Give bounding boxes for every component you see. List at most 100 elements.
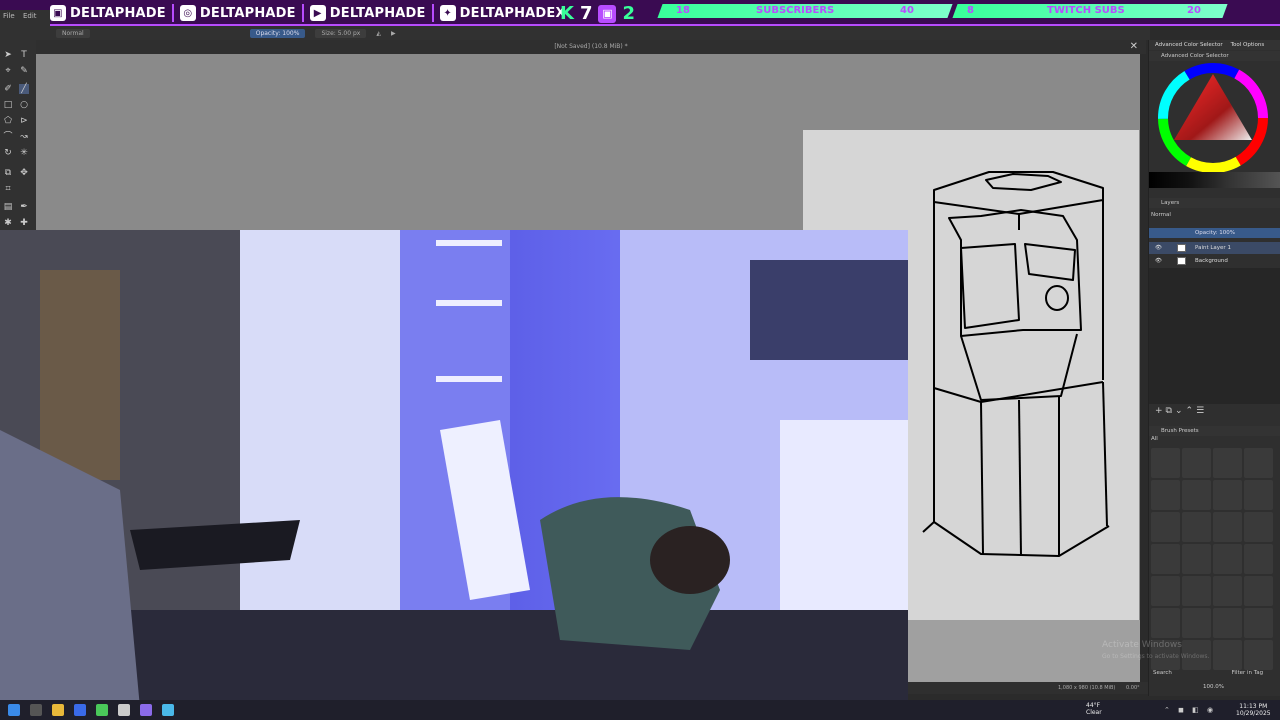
tab-advanced-color-selector[interactable]: Advanced Color Selector [1155,42,1223,48]
color-history[interactable] [1149,172,1280,188]
instagram-icon: ◎ [179,5,196,21]
layers-blend-mode[interactable]: Normal [1151,212,1259,222]
gradient-icon[interactable]: ▤ [3,202,13,212]
browser-icon[interactable] [74,704,86,716]
brush-preset[interactable] [1182,512,1211,542]
brush-preset[interactable] [1244,576,1273,606]
brush-tag-select[interactable]: All [1151,436,1259,446]
brush-preset[interactable] [1213,608,1242,638]
color-wheel-graphic[interactable] [1157,62,1269,174]
brush-search-input[interactable]: Search [1153,670,1172,676]
layer-menu-icon[interactable]: ☰ [1196,406,1207,416]
file-explorer-icon[interactable] [52,704,64,716]
app-icon[interactable] [96,704,108,716]
brush-preset[interactable] [1151,512,1180,542]
crop-icon[interactable]: ⌗ [3,184,13,194]
twitch-small-icon: ▣ [598,4,617,23]
filter-in-tag-checkbox[interactable]: Filter in Tag [1232,670,1263,676]
brush-preset[interactable] [1182,608,1211,638]
brush-preset[interactable] [1244,480,1273,510]
brush-preset[interactable] [1182,544,1211,574]
discord-icon[interactable] [140,704,152,716]
add-layer-icon[interactable]: + [1155,406,1166,416]
brush-preset[interactable] [1151,544,1180,574]
freehand-path-icon[interactable]: ↝ [19,132,29,142]
obs-icon[interactable] [118,704,130,716]
social-instagram: ◎ DELTAPHADE [179,5,296,21]
menu-file[interactable]: File [3,12,15,20]
brush-preset[interactable] [1244,544,1273,574]
assistant-icon[interactable]: ✚ [19,218,29,228]
brush-preset[interactable] [1244,640,1273,670]
brush-preset[interactable] [1182,576,1211,606]
move-up-icon[interactable]: ⌃ [1186,406,1197,416]
search-icon[interactable] [30,704,42,716]
brush-icon[interactable]: ✐ [3,84,13,94]
calligraphy-icon[interactable]: ✎ [19,66,29,76]
brush-preset[interactable] [1213,576,1242,606]
color-picker-icon[interactable]: ✒ [19,202,29,212]
brush-preset[interactable] [1244,448,1273,478]
brush-presets-grid [1151,448,1273,670]
close-icon[interactable]: ✕ [1130,41,1138,52]
brush-preset[interactable] [1213,480,1242,510]
brush-preset[interactable] [1213,512,1242,542]
rectangle-icon[interactable]: □ [3,100,13,110]
polyline-icon[interactable]: ⊳ [19,116,29,126]
select-icon[interactable]: ➤ [3,50,13,60]
brush-preset[interactable] [1244,512,1273,542]
tab-tool-options[interactable]: Tool Options [1231,42,1265,48]
ellipse-icon[interactable]: ○ [19,100,29,110]
move-icon[interactable]: ✥ [19,168,29,178]
document-tab[interactable]: [Not Saved] (10.8 MiB) * ✕ [36,40,1146,54]
duplicate-layer-icon[interactable]: ⧉ [1166,406,1175,416]
brush-preset[interactable] [1151,608,1180,638]
blend-mode-select[interactable]: Normal [56,28,90,38]
krita-icon[interactable] [162,704,174,716]
brush-preset[interactable] [1182,480,1211,510]
social-handles: ▣ DELTAPHADE ◎ DELTAPHADE ▶ DELTAPHADE ✦ DEL… [50,0,566,26]
clock[interactable]: 11:13 PM 10/29/2025 [1236,703,1271,717]
eye-icon[interactable]: 👁 [1155,242,1162,254]
youtube-icon: ▶ [309,5,326,21]
opacity-slider[interactable]: Opacity: 100% [249,28,306,38]
weather-widget[interactable]: 44°F Clear [1086,702,1102,716]
platform-counts: K 7 ▣ 2 [560,3,635,24]
windows-start-icon[interactable] [8,704,20,716]
brush-preset[interactable] [1213,448,1242,478]
line-tool-icon[interactable]: ╱ [19,84,29,94]
status-angle: 0.00° [1126,685,1140,691]
play-icon[interactable]: ▶ [391,30,396,37]
polygon-icon[interactable]: ⬠ [3,116,13,126]
smart-patch-icon[interactable]: ✱ [3,218,13,228]
color-wheel[interactable] [1157,62,1269,174]
eye-icon[interactable]: 👁 [1155,255,1162,267]
twitch-subs-goal: 20 [1187,5,1201,16]
transform-icon[interactable]: ⧉ [3,168,13,178]
clock-date: 10/29/2025 [1236,710,1271,717]
multibrush-icon[interactable]: ✳ [19,148,29,158]
brush-preset[interactable] [1213,640,1242,670]
brush-preset[interactable] [1244,608,1273,638]
bezier-icon[interactable]: ⌒ [3,132,13,142]
menu-edit[interactable]: Edit [23,12,37,20]
layer-toolbar: +⧉⌄⌃☰ [1149,406,1280,418]
brush-preset[interactable] [1182,448,1211,478]
move-down-icon[interactable]: ⌄ [1175,406,1186,416]
size-slider[interactable]: Size: 5.00 px [315,28,367,38]
edit-shapes-icon[interactable]: ⌖ [3,66,13,76]
social-twitter: ✦ DELTAPHADEX [439,5,566,21]
layer-row[interactable]: 👁 Paint Layer 1 [1149,242,1280,254]
brush-preset[interactable] [1151,448,1180,478]
mirror-icon[interactable]: ◭ [376,30,381,37]
dynamic-brush-icon[interactable]: ↻ [3,148,13,158]
kick-count: 7 [579,3,593,24]
brush-preset[interactable] [1151,480,1180,510]
brush-preset[interactable] [1213,544,1242,574]
brush-preset[interactable] [1151,576,1180,606]
layers-opacity-slider[interactable]: Opacity: 100% [1149,228,1280,238]
zoom-level[interactable]: 100.0% [1203,684,1224,690]
layer-row[interactable]: 👁 Background [1149,255,1280,267]
text-tool-icon[interactable]: T [19,50,29,60]
system-tray[interactable]: ⌃ ◼ ◧ ◉ [1164,706,1216,714]
